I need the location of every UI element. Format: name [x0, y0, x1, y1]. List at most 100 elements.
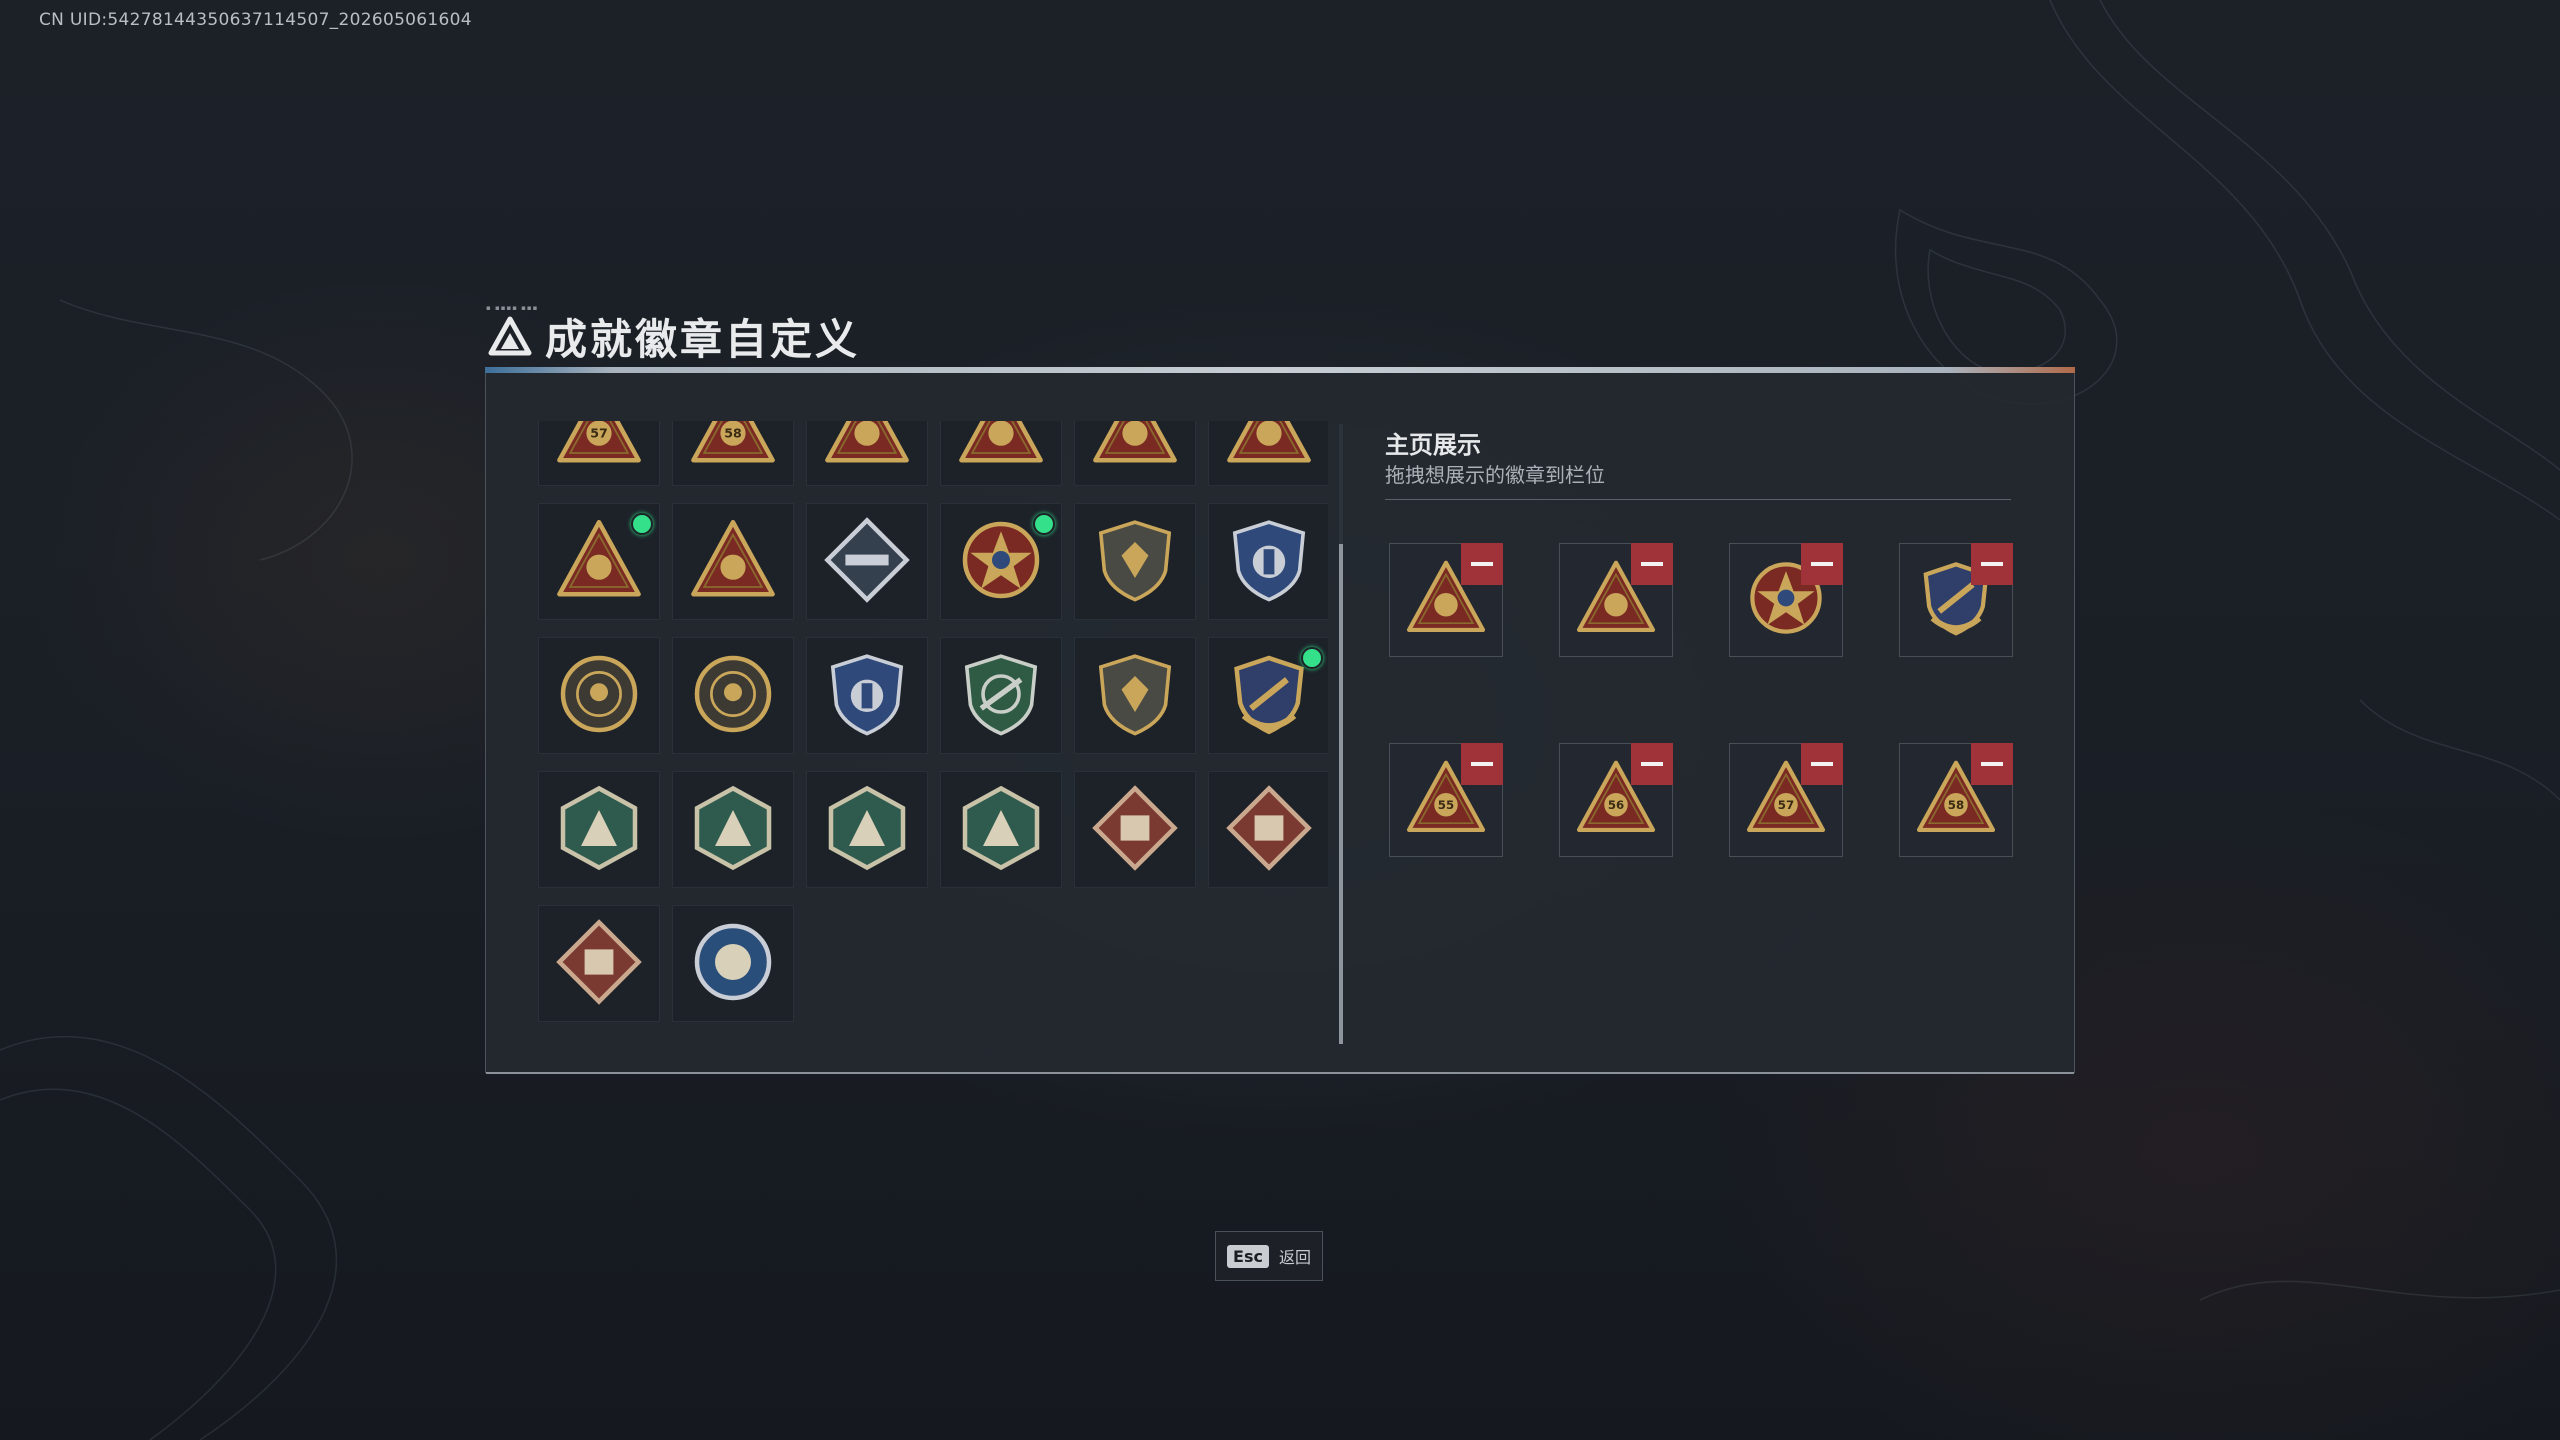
badge-customization-panel: 57 58 主页展示 拖拽想展示的徽章到栏位 55 56 57 58 — [485, 367, 2075, 1074]
esc-key-hint: Esc — [1227, 1244, 1269, 1268]
badge-cell[interactable] — [1208, 421, 1328, 486]
badge-grid-scroll-thumb[interactable] — [1339, 544, 1343, 1044]
remove-slot-button[interactable] — [1631, 543, 1673, 585]
fist-circle-badge-icon — [688, 917, 778, 1011]
monkey-coin-badge-icon — [688, 649, 778, 743]
shield-plain-badge-icon — [1090, 515, 1180, 609]
new-badge-dot — [1033, 513, 1055, 535]
remove-slot-button[interactable] — [1971, 743, 2013, 785]
canister-57-triangle-badge-icon: 57 — [554, 421, 644, 475]
hands-triangle-badge-icon — [554, 515, 644, 609]
badge-cell[interactable] — [940, 503, 1062, 620]
badge-cell[interactable] — [1074, 637, 1196, 754]
wasp-hexagon-badge-2-icon — [688, 783, 778, 877]
badge-cell[interactable]: 57 — [538, 421, 660, 486]
panel-accent-bar — [485, 367, 2075, 373]
badge-cell[interactable] — [940, 421, 1062, 486]
uid-watermark: CN UID:54278144350637114507_202605061604 — [39, 10, 472, 30]
showcase-slot[interactable] — [1899, 543, 2013, 657]
star-medal-badge-icon — [956, 515, 1046, 609]
launcher-diamond-badge-icon — [822, 515, 912, 609]
showcase-divider — [1385, 499, 2011, 500]
svg-text:57: 57 — [1778, 798, 1794, 812]
crosshair-coin-badge-icon — [554, 649, 644, 743]
badge-cell[interactable] — [1074, 771, 1196, 888]
remove-slot-button[interactable] — [1801, 743, 1843, 785]
minus-icon — [1981, 562, 2003, 566]
minus-icon — [1811, 762, 1833, 766]
back-label: 返回 — [1278, 1248, 1311, 1267]
minus-icon — [1471, 762, 1493, 766]
minus-icon — [1471, 562, 1493, 566]
badge-cell[interactable] — [672, 905, 794, 1022]
svg-text:57: 57 — [590, 425, 608, 440]
showcase-slot[interactable] — [1389, 543, 1503, 657]
trophy-triangle-badge-icon — [822, 421, 912, 475]
remove-slot-button[interactable] — [1801, 543, 1843, 585]
showcase-slot[interactable]: 58 — [1899, 743, 2013, 857]
badge-cell[interactable] — [1074, 421, 1196, 486]
showcase-slot[interactable] — [1559, 543, 1673, 657]
badge-cell[interactable] — [672, 637, 794, 754]
minus-icon — [1811, 562, 1833, 566]
svg-text:56: 56 — [1608, 798, 1624, 812]
minus-icon — [1981, 762, 2003, 766]
badge-cell[interactable] — [1208, 637, 1328, 754]
badge-cell[interactable] — [806, 421, 928, 486]
panel-bottom-border — [486, 1072, 2074, 1074]
remove-slot-button[interactable] — [1971, 543, 2013, 585]
badge-cell[interactable] — [538, 637, 660, 754]
figure-triangle-badge-icon — [1224, 421, 1314, 475]
page-title: 成就徽章自定义 — [545, 314, 861, 364]
badge-cell[interactable] — [940, 637, 1062, 754]
badge-cell[interactable] — [806, 637, 928, 754]
gold-rifle-crest-badge-icon — [1224, 649, 1314, 743]
showcase-slot[interactable]: 57 — [1729, 743, 1843, 857]
svg-text:58: 58 — [1948, 798, 1964, 812]
green-rifle-shield-badge-icon — [956, 649, 1046, 743]
svg-text:58: 58 — [724, 425, 742, 440]
showcase-slot[interactable]: 56 — [1559, 743, 1673, 857]
delta-triangle-logo-icon — [488, 316, 532, 356]
minus-icon — [1641, 562, 1663, 566]
new-badge-dot — [631, 513, 653, 535]
badge-cell[interactable] — [672, 771, 794, 888]
badge-cell[interactable] — [538, 771, 660, 888]
page-header: 成就徽章自定义 — [487, 306, 860, 366]
creature-triangle-badge-icon — [688, 515, 778, 609]
svg-text:55: 55 — [1438, 798, 1454, 812]
badge-cell[interactable] — [1074, 503, 1196, 620]
showcase-slot[interactable] — [1729, 543, 1843, 657]
wasp-hexagon-badge-icon — [554, 783, 644, 877]
vehicle-diamond-badge-icon — [1224, 783, 1314, 877]
badge-cell[interactable] — [806, 503, 928, 620]
badge-cell[interactable] — [940, 771, 1062, 888]
blue-rifle-shield-badge-icon — [822, 649, 912, 743]
bronze-rifle-shield-badge-icon — [1090, 649, 1180, 743]
hand-triangle-badge-icon — [956, 421, 1046, 475]
back-button[interactable]: Esc 返回 — [1215, 1231, 1323, 1281]
blue-shield-badge-icon — [1224, 515, 1314, 609]
number-one-triangle-badge-icon — [1090, 421, 1180, 475]
gun-hexagon-badge-icon — [822, 783, 912, 877]
badge-cell[interactable] — [538, 905, 660, 1022]
remove-slot-button[interactable] — [1461, 743, 1503, 785]
box-58-triangle-badge-icon: 58 — [688, 421, 778, 475]
badge-cell[interactable] — [806, 771, 928, 888]
remove-slot-button[interactable] — [1461, 543, 1503, 585]
badge-cell[interactable] — [538, 503, 660, 620]
remove-slot-button[interactable] — [1631, 743, 1673, 785]
badge-cell[interactable] — [1208, 771, 1328, 888]
soldier-hexagon-badge-icon — [956, 783, 1046, 877]
showcase-slot[interactable]: 55 — [1389, 743, 1503, 857]
showcase-title: 主页展示 — [1385, 431, 1481, 459]
showcase-subtitle: 拖拽想展示的徽章到栏位 — [1385, 463, 1605, 487]
badge-cell[interactable] — [672, 503, 794, 620]
dragon-diamond-badge-icon — [1090, 783, 1180, 877]
badge-cell[interactable]: 58 — [672, 421, 794, 486]
minus-icon — [1641, 762, 1663, 766]
new-badge-dot — [1301, 647, 1323, 669]
badge-cell[interactable] — [1208, 503, 1328, 620]
badge-grid[interactable]: 57 58 — [538, 421, 1328, 1061]
armor-diamond-badge-icon — [554, 917, 644, 1011]
